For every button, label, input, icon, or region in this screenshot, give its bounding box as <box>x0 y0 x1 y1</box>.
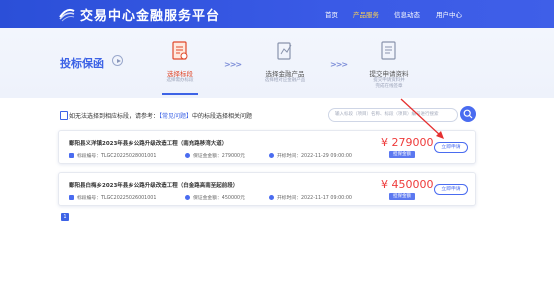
pagination-page[interactable]: 1 <box>61 213 69 221</box>
annotation-arrow-icon <box>400 98 444 139</box>
